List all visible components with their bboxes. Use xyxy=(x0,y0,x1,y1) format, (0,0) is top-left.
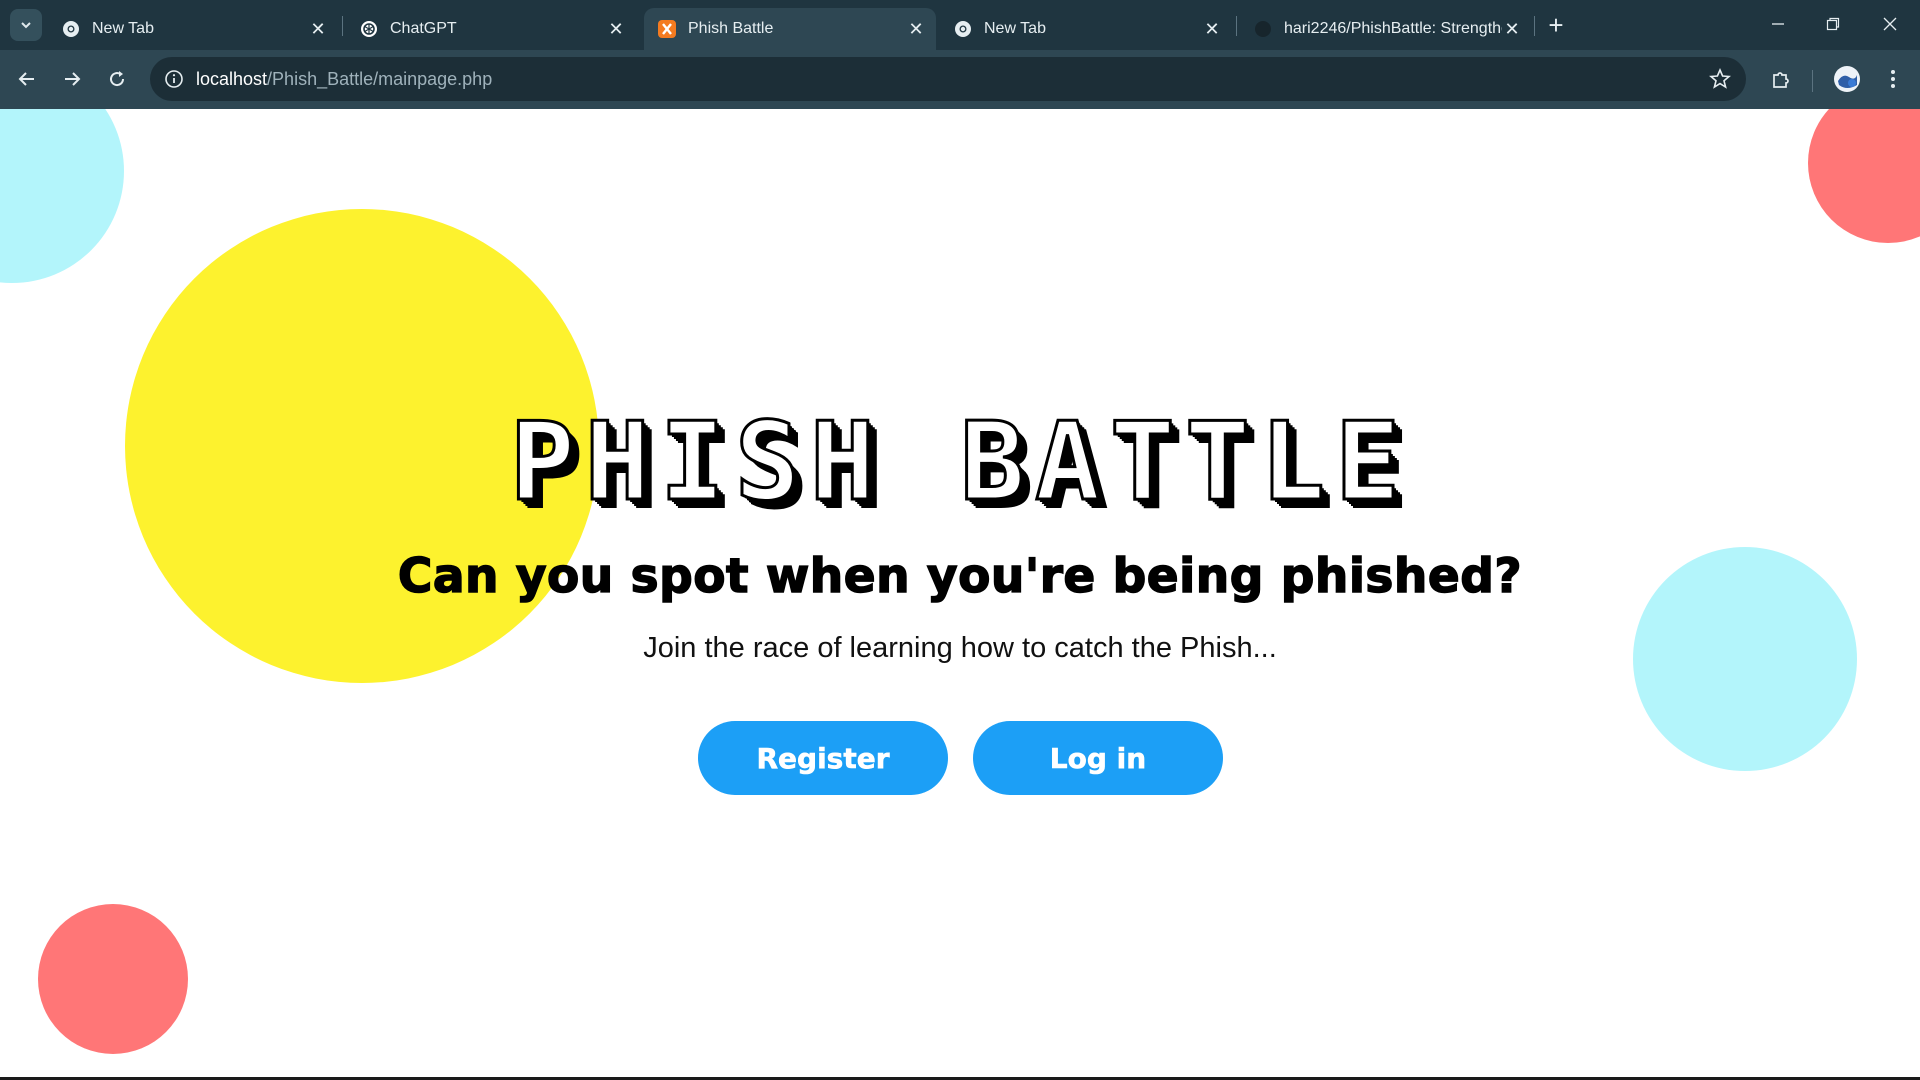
chevron-down-icon xyxy=(21,22,31,29)
close-icon[interactable]: ✕ xyxy=(606,19,626,39)
github-icon xyxy=(1254,20,1272,38)
tab-separator xyxy=(342,16,343,36)
address-bar[interactable]: localhost/Phish_Battle/mainpage.php xyxy=(150,57,1746,101)
decor-circle-red xyxy=(1808,109,1920,243)
close-window-button[interactable] xyxy=(1870,6,1910,42)
tab-title: hari2246/PhishBattle: Strengthe xyxy=(1284,20,1502,37)
extensions-button[interactable] xyxy=(1764,62,1798,96)
tab-title: New Tab xyxy=(984,20,1046,37)
tab-separator xyxy=(1534,16,1535,36)
tab-new-tab-2[interactable]: New Tab ✕ xyxy=(940,8,1232,50)
tab-phish-battle[interactable]: Phish Battle ✕ xyxy=(644,8,936,50)
avatar xyxy=(1834,66,1860,92)
more-vertical-icon xyxy=(1891,70,1895,88)
url-text: localhost/Phish_Battle/mainpage.php xyxy=(196,69,492,90)
page-tagline: Join the race of learning how to catch t… xyxy=(643,632,1277,664)
star-icon[interactable] xyxy=(1708,67,1732,91)
tab-search-button[interactable] xyxy=(10,9,42,41)
tab-strip: New Tab ✕ ChatGPT ✕ Phish Battle ✕ New T… xyxy=(0,0,1920,50)
decor-circle-red xyxy=(38,904,188,1054)
tab-separator xyxy=(1236,16,1237,36)
decor-circle-cyan xyxy=(0,109,124,283)
puzzle-icon xyxy=(1773,72,1789,88)
tab-chatgpt[interactable]: ChatGPT ✕ xyxy=(346,8,636,50)
new-tab-button[interactable]: + xyxy=(1541,12,1571,38)
info-icon[interactable] xyxy=(164,69,184,89)
minimize-icon xyxy=(1772,23,1784,25)
url-host: localhost xyxy=(196,69,268,89)
close-icon[interactable]: ✕ xyxy=(308,19,328,39)
arrow-right-icon xyxy=(65,72,81,86)
login-button[interactable]: Log in xyxy=(973,721,1223,795)
reload-button[interactable] xyxy=(100,62,134,96)
plus-icon: + xyxy=(1548,10,1564,40)
close-icon[interactable]: ✕ xyxy=(1502,19,1522,39)
restore-icon xyxy=(1826,17,1840,31)
xampp-icon xyxy=(658,20,676,38)
tab-title: New Tab xyxy=(92,20,154,37)
close-icon[interactable]: ✕ xyxy=(1202,19,1222,39)
tab-new-tab-1[interactable]: New Tab ✕ xyxy=(48,8,338,50)
tab-title: ChatGPT xyxy=(390,20,457,37)
reload-icon xyxy=(110,71,125,87)
page-subtitle: Can you spot when you're being phished? xyxy=(397,548,1523,605)
arrow-left-icon xyxy=(18,72,34,86)
close-icon[interactable]: ✕ xyxy=(906,19,926,39)
browser-toolbar: localhost/Phish_Battle/mainpage.php xyxy=(0,50,1920,109)
menu-button[interactable] xyxy=(1876,62,1910,96)
page-title: PHISH BATTLE xyxy=(508,400,1411,525)
minimize-button[interactable] xyxy=(1758,6,1798,42)
forward-button[interactable] xyxy=(55,62,89,96)
register-button[interactable]: Register xyxy=(698,721,948,795)
profile-button[interactable] xyxy=(1830,62,1864,96)
toolbar-divider xyxy=(1812,70,1813,92)
page-viewport: PHISH BATTLE Can you spot when you're be… xyxy=(0,109,1920,1080)
url-path: /Phish_Battle/mainpage.php xyxy=(267,69,493,89)
chatgpt-icon xyxy=(360,20,378,38)
chrome-icon xyxy=(62,20,80,38)
chrome-icon xyxy=(954,20,972,38)
back-button[interactable] xyxy=(10,62,44,96)
tab-title: Phish Battle xyxy=(688,20,774,37)
restore-button[interactable] xyxy=(1813,6,1853,42)
tab-github[interactable]: hari2246/PhishBattle: Strengthe ✕ xyxy=(1240,8,1532,50)
close-icon xyxy=(1883,17,1897,31)
